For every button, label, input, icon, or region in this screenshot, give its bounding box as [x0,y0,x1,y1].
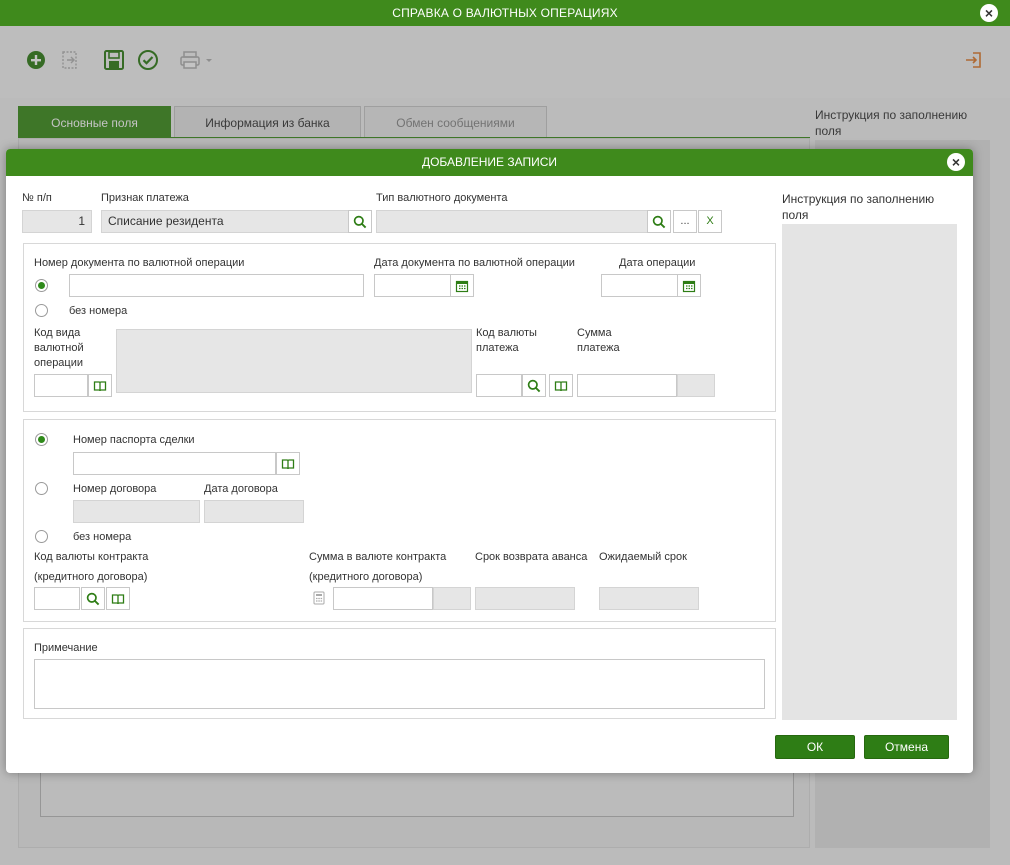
amount-input[interactable] [577,374,677,397]
book-icon [281,459,295,470]
passport-label: Номер паспорта сделки [73,434,195,446]
no-number-label: без номера [69,305,128,317]
calendar-icon [455,280,469,293]
currency-code-search-button[interactable] [522,374,546,397]
op-code-description-field [116,329,472,393]
note-section: Примечание [23,628,776,719]
op-date-input[interactable] [601,274,678,297]
contract-amount-label-2: (кредитного договора) [309,571,423,583]
search-icon [86,592,100,606]
calculator-icon[interactable] [313,591,325,605]
op-code-label: Код вида валютной операции [34,327,84,369]
amount-label: Сумма платежа [577,327,620,354]
currency-doc-type-more-button[interactable]: ... [673,210,697,233]
book-icon [554,381,568,392]
dialog-close-icon[interactable]: × [947,153,965,171]
op-code-input[interactable] [34,374,88,397]
contract-number-label: Номер договора [73,483,157,495]
currency-operation-section: Номер документа по валютной операции без… [23,243,776,412]
dialog-instruction-panel [782,224,957,720]
calendar-icon [682,280,696,293]
window-titlebar: СПРАВКА О ВАЛЮТНЫХ ОПЕРАЦИЯХ [0,0,1010,26]
doc-number-input[interactable] [69,274,364,297]
doc-date-label: Дата документа по валютной операции [374,257,575,269]
currency-doc-type-label: Тип валютного документа [376,192,508,204]
payment-sign-label: Признак платежа [101,192,189,204]
contract-currency-input[interactable] [34,587,80,610]
contract-currency-label: Код валюты контракта [34,551,149,563]
contract-amount-currency-field [433,587,471,610]
op-date-label: Дата операции [619,257,696,269]
expected-term-input[interactable] [599,587,699,610]
passport-radio[interactable] [35,433,48,446]
contract-currency-label-2: (кредитного договора) [34,571,148,583]
expected-term-label: Ожидаемый срок [599,551,687,563]
cancel-button[interactable]: Отмена [864,735,949,759]
advance-return-input[interactable] [475,587,575,610]
contract-currency-directory-button[interactable] [106,587,130,610]
currency-code-input[interactable] [476,374,522,397]
note-label: Примечание [34,642,98,654]
contract-currency-search-button[interactable] [81,587,105,610]
row-number-field: 1 [22,210,92,233]
op-date-calendar-button[interactable] [677,274,701,297]
no-number-radio[interactable] [35,304,48,317]
advance-return-label: Срок возврата аванса [475,551,588,563]
row-number-label: № п/п [22,192,52,204]
currency-code-label: Код валюты платежа [476,327,537,354]
passport-input[interactable] [73,452,276,475]
contract-radio[interactable] [35,482,48,495]
book-icon [111,594,125,605]
op-code-directory-button[interactable] [88,374,112,397]
contract-date-label: Дата договора [204,483,278,495]
currency-doc-type-search-button[interactable] [647,210,671,233]
contract-number-input[interactable] [73,500,200,523]
deal-passport-section: Номер паспорта сделки Номер договора Дат… [23,419,776,622]
payment-sign-field[interactable]: Списание резидента [101,210,349,233]
doc-date-calendar-button[interactable] [450,274,474,297]
note-textarea[interactable] [34,659,765,709]
passport-directory-button[interactable] [276,452,300,475]
doc-date-input[interactable] [374,274,451,297]
contract-amount-input[interactable] [333,587,433,610]
doc-number-radio[interactable] [35,279,48,292]
book-icon [93,381,107,392]
no-contract-number-label: без номера [73,531,132,543]
amount-currency-field [677,374,715,397]
dialog-instruction-label: Инструкция по заполнению поля [782,192,935,222]
contract-amount-label: Сумма в валюте контракта [309,551,447,563]
currency-doc-type-clear-button[interactable]: X [698,210,722,233]
no-contract-number-radio[interactable] [35,530,48,543]
dialog-title: ДОБАВЛЕНИЕ ЗАПИСИ [421,155,558,169]
search-icon [353,215,367,229]
payment-sign-search-button[interactable] [348,210,372,233]
ok-button[interactable]: ОК [775,735,855,759]
window-close-icon[interactable]: × [980,4,998,22]
add-record-dialog: ДОБАВЛЕНИЕ ЗАПИСИ × № п/п 1 Признак плат… [6,149,973,773]
search-icon [527,379,541,393]
currency-doc-type-field[interactable] [376,210,648,233]
doc-number-label: Номер документа по валютной операции [34,257,245,269]
search-icon [652,215,666,229]
window-title: СПРАВКА О ВАЛЮТНЫХ ОПЕРАЦИЯХ [392,6,618,20]
contract-date-input[interactable] [204,500,304,523]
dialog-titlebar: ДОБАВЛЕНИЕ ЗАПИСИ [6,149,973,176]
currency-code-directory-button[interactable] [549,374,573,397]
